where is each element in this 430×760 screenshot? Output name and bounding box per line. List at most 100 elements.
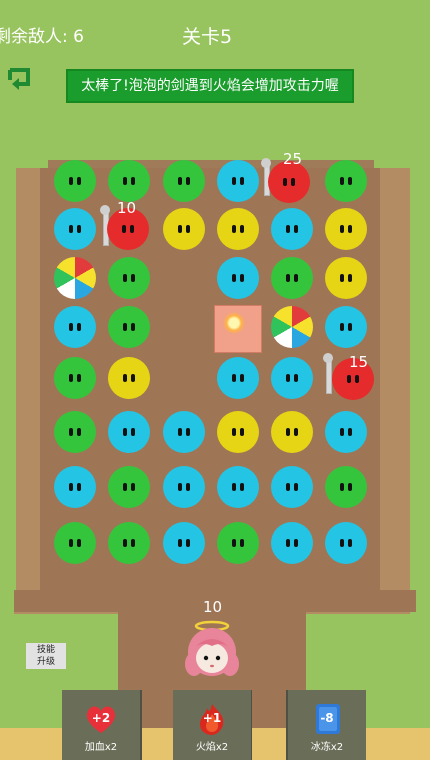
- sword-knob: [100, 205, 110, 215]
- yellow-bubble[interactable]: [217, 411, 259, 453]
- eye: [232, 274, 236, 282]
- eye: [340, 483, 344, 491]
- enemy-attack-value: 15: [349, 353, 369, 371]
- blue-bubble[interactable]: [325, 411, 367, 453]
- eye: [240, 539, 244, 547]
- blue-bubble[interactable]: [163, 522, 205, 564]
- eye: [232, 177, 236, 185]
- eye: [130, 225, 134, 233]
- eye: [232, 225, 236, 233]
- beach-ball[interactable]: [271, 306, 313, 348]
- green-bubble[interactable]: [108, 306, 150, 348]
- heal-item-button[interactable]: +2 加血x2: [62, 690, 140, 760]
- eye: [131, 177, 135, 185]
- eye: [131, 539, 135, 547]
- eye: [291, 178, 295, 186]
- eye: [77, 428, 81, 436]
- hint-banner: 太棒了!泡泡的剑遇到火焰会增加攻击力喔: [66, 69, 354, 103]
- eye: [131, 274, 135, 282]
- green-bubble[interactable]: [108, 522, 150, 564]
- yellow-bubble[interactable]: [325, 257, 367, 299]
- yellow-bubble[interactable]: [271, 411, 313, 453]
- skill-upgrade-button[interactable]: 技能 升级: [26, 643, 66, 669]
- eye: [178, 177, 182, 185]
- eye: [286, 539, 290, 547]
- sword-knob: [323, 353, 333, 363]
- blue-bubble[interactable]: [271, 466, 313, 508]
- hero-attack-value: 10: [203, 598, 223, 616]
- eye: [123, 177, 127, 185]
- eye: [348, 323, 352, 331]
- green-bubble[interactable]: [54, 522, 96, 564]
- green-bubble[interactable]: [54, 411, 96, 453]
- green-bubble[interactable]: [108, 466, 150, 508]
- blue-bubble[interactable]: [217, 257, 259, 299]
- eye: [340, 323, 344, 331]
- eye: [232, 483, 236, 491]
- blue-bubble[interactable]: [163, 411, 205, 453]
- blue-bubble[interactable]: [108, 411, 150, 453]
- blue-bubble[interactable]: [271, 208, 313, 250]
- yellow-bubble[interactable]: [217, 208, 259, 250]
- blue-bubble[interactable]: [217, 466, 259, 508]
- yellow-bubble[interactable]: [108, 357, 150, 399]
- hero-character[interactable]: [184, 620, 240, 678]
- green-bubble[interactable]: [325, 160, 367, 202]
- eye: [286, 374, 290, 382]
- blue-bubble[interactable]: [54, 306, 96, 348]
- blue-bubble[interactable]: [271, 357, 313, 399]
- fire-item-label: 火焰x2: [195, 742, 229, 753]
- skill-upgrade-line1: 技能: [36, 645, 55, 655]
- blue-bubble[interactable]: [325, 522, 367, 564]
- yellow-bubble[interactable]: [163, 208, 205, 250]
- enemy-attack-value: 25: [283, 150, 303, 168]
- eye: [69, 225, 73, 233]
- eye: [178, 483, 182, 491]
- freeze-item-value: -8: [320, 711, 334, 725]
- eye: [123, 428, 127, 436]
- freeze-item-button[interactable]: -8 冰冻x2: [288, 690, 366, 760]
- eye: [69, 323, 73, 331]
- eye: [340, 428, 344, 436]
- fire-item-button[interactable]: +1 火焰x2: [173, 690, 251, 760]
- blue-bubble[interactable]: [271, 522, 313, 564]
- green-bubble[interactable]: [271, 257, 313, 299]
- eye: [123, 374, 127, 382]
- green-bubble[interactable]: [108, 160, 150, 202]
- eye: [178, 428, 182, 436]
- yellow-bubble[interactable]: [325, 208, 367, 250]
- eye: [131, 374, 135, 382]
- level-title: 关卡5: [182, 26, 233, 48]
- eye: [240, 274, 244, 282]
- heal-item-value: +2: [91, 711, 111, 725]
- eye: [340, 225, 344, 233]
- eye: [294, 428, 298, 436]
- sword-icon: [326, 358, 332, 394]
- blue-bubble[interactable]: [163, 466, 205, 508]
- green-bubble[interactable]: [108, 257, 150, 299]
- eye: [348, 225, 352, 233]
- eye: [186, 483, 190, 491]
- blue-bubble[interactable]: [217, 357, 259, 399]
- eye: [232, 374, 236, 382]
- green-bubble[interactable]: [163, 160, 205, 202]
- blue-bubble[interactable]: [54, 208, 96, 250]
- eye: [69, 483, 73, 491]
- eye: [178, 539, 182, 547]
- restart-icon[interactable]: [6, 66, 34, 92]
- blue-bubble[interactable]: [54, 466, 96, 508]
- eye: [69, 539, 73, 547]
- eye: [294, 274, 298, 282]
- eye: [348, 483, 352, 491]
- beach-ball[interactable]: [54, 257, 96, 299]
- green-bubble[interactable]: [217, 522, 259, 564]
- eye: [294, 374, 298, 382]
- green-bubble[interactable]: [325, 466, 367, 508]
- eye: [186, 539, 190, 547]
- eye: [340, 274, 344, 282]
- blue-bubble[interactable]: [325, 306, 367, 348]
- green-bubble[interactable]: [54, 357, 96, 399]
- green-bubble[interactable]: [54, 160, 96, 202]
- eye: [286, 483, 290, 491]
- blue-bubble[interactable]: [217, 160, 259, 202]
